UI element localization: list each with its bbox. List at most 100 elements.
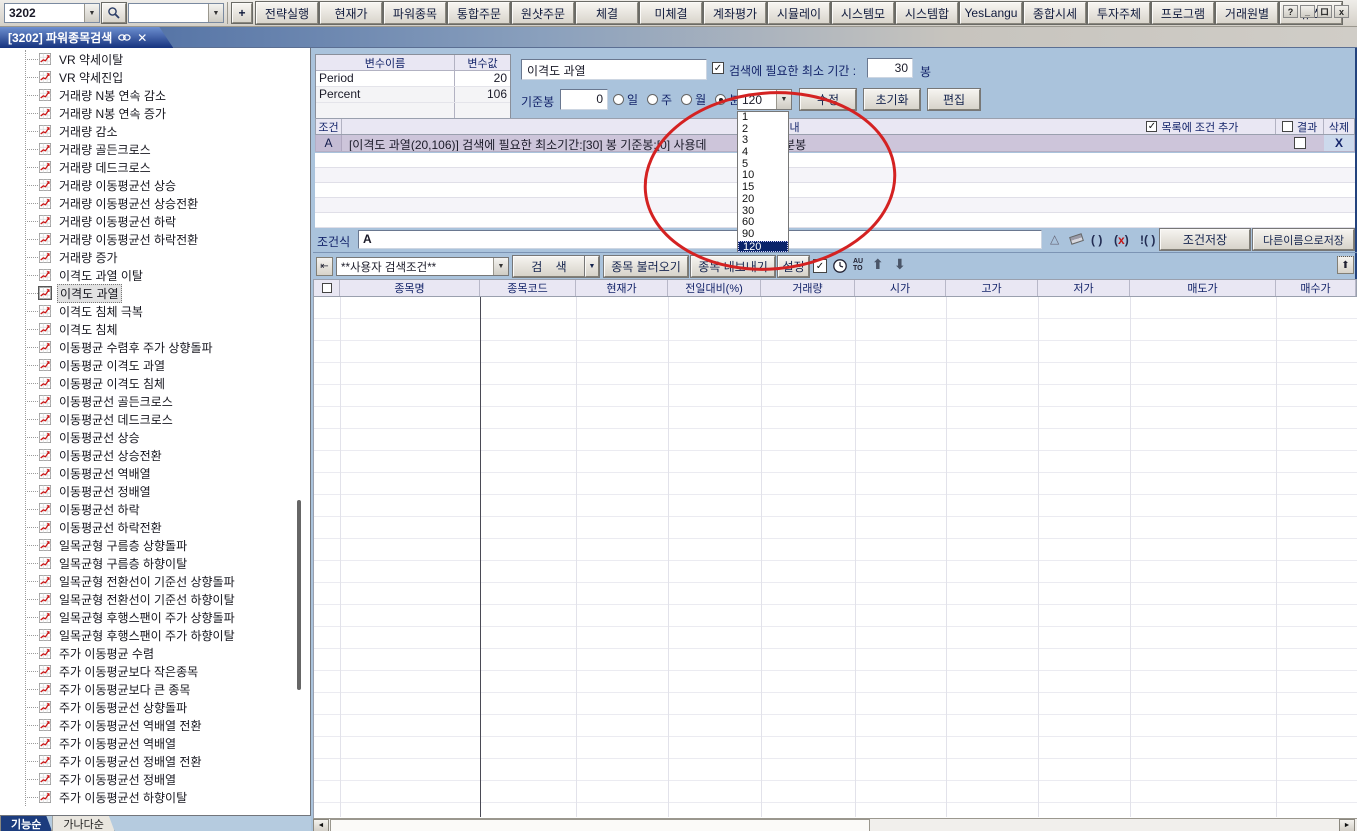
tree-item[interactable]: 주가 이동평균 수렴: [0, 644, 310, 662]
tree-item[interactable]: 이동평균선 데드크로스: [0, 410, 310, 428]
tree-item[interactable]: 주가 이동평균선 역배열 전환: [0, 716, 310, 734]
result-column-header[interactable]: 저가: [1038, 280, 1130, 296]
save-as-button[interactable]: 다른이름으로저장: [1253, 229, 1354, 250]
result-column-header[interactable]: 거래량: [761, 280, 855, 296]
quick-menu-button[interactable]: 미체결: [640, 2, 702, 24]
stock-code-combo[interactable]: ▼: [128, 3, 224, 23]
result-column-header[interactable]: 시가: [855, 280, 946, 296]
tree-item[interactable]: 일목균형 전환선이 기준선 하향이탈: [0, 590, 310, 608]
clock-icon[interactable]: [832, 258, 848, 274]
result-column-header[interactable]: 고가: [946, 280, 1038, 296]
tree-item[interactable]: 주가 이동평균선 하향이탈: [0, 788, 310, 806]
minute-dropdown-option[interactable]: 20: [738, 194, 788, 206]
tree-item[interactable]: 거래량 증가: [0, 248, 310, 266]
active-document-tab[interactable]: [3202] 파워종목검색 ✕: [0, 27, 173, 48]
tree-item[interactable]: 일목균형 후행스팬이 주가 상향돌파: [0, 608, 310, 626]
search-condition-combo[interactable]: **사용자 검색조건** ▼: [336, 257, 509, 276]
tree-item[interactable]: 거래량 N봉 연속 감소: [0, 86, 310, 104]
minute-dropdown-option[interactable]: 120: [738, 241, 788, 253]
save-condition-button[interactable]: 조건저장: [1160, 229, 1250, 250]
tree-item[interactable]: 주가 이동평균선 역배열: [0, 734, 310, 752]
tree-item[interactable]: 거래량 감소: [0, 122, 310, 140]
quick-menu-button[interactable]: 현재가: [320, 2, 382, 24]
result-checkbox-cell[interactable]: [1276, 135, 1324, 151]
tree-item[interactable]: 이격도 과열 이탈: [0, 266, 310, 284]
modify-button[interactable]: 수정: [800, 89, 856, 110]
tree-item[interactable]: 이동평균선 골든크로스: [0, 392, 310, 410]
sidebar-scrollbar-thumb[interactable]: [297, 500, 301, 690]
paren-x-op-icon[interactable]: (x): [1114, 233, 1129, 247]
chevron-down-icon[interactable]: ▼: [208, 4, 223, 22]
col-result[interactable]: 결과: [1276, 119, 1324, 134]
tree-item[interactable]: 거래량 이동평균선 하락전환: [0, 230, 310, 248]
tree-item[interactable]: 거래량 이동평균선 상승전환: [0, 194, 310, 212]
checkbox-icon[interactable]: [1294, 137, 1306, 149]
tree-item[interactable]: 이동평균 이격도 과열: [0, 356, 310, 374]
tree-item[interactable]: 이동평균선 상승: [0, 428, 310, 446]
quick-menu-button[interactable]: 원샷주문: [512, 2, 574, 24]
paren-op-icon[interactable]: ( ): [1091, 233, 1102, 247]
eraser-icon[interactable]: [1069, 233, 1084, 245]
load-symbols-button[interactable]: 종목 불러오기: [604, 256, 688, 277]
auto-sort-icon[interactable]: AU TO: [853, 258, 863, 272]
quick-menu-button[interactable]: 통합주문: [448, 2, 510, 24]
quick-menu-button[interactable]: 거래원별: [1216, 2, 1278, 24]
result-column-header[interactable]: 종목코드: [480, 280, 576, 296]
tree-item[interactable]: 이동평균선 정배열: [0, 482, 310, 500]
tree-item[interactable]: 이동평균선 상승전환: [0, 446, 310, 464]
quick-menu-button[interactable]: YesLangu: [960, 2, 1022, 24]
result-column-header[interactable]: 매도가: [1130, 280, 1276, 296]
sidebar-sort-tab[interactable]: 가나다순: [52, 816, 114, 831]
tree-item[interactable]: 일목균형 후행스팬이 주가 하향이탈: [0, 626, 310, 644]
tree-item[interactable]: 거래량 골든크로스: [0, 140, 310, 158]
expression-input[interactable]: A: [358, 230, 1042, 249]
scroll-right-icon[interactable]: ►: [1339, 819, 1355, 831]
min-period-input[interactable]: 30: [867, 58, 913, 78]
not-paren-op-icon[interactable]: !( ): [1140, 233, 1155, 247]
tree-item[interactable]: 이격도 침체 극복: [0, 302, 310, 320]
pop-out-icon[interactable]: ⬆: [1337, 256, 1354, 274]
search-run-button[interactable]: 검 색: [513, 256, 585, 277]
checkbox-icon[interactable]: ✓: [1146, 121, 1157, 132]
result-column-header[interactable]: 종목명: [340, 280, 480, 296]
tree-item[interactable]: 이동평균선 역배열: [0, 464, 310, 482]
tree-item[interactable]: 이동평균선 하락: [0, 500, 310, 518]
triangle-icon[interactable]: △: [1050, 232, 1059, 246]
tree-item[interactable]: 거래량 이동평균선 상승: [0, 176, 310, 194]
variable-row[interactable]: Percent 106: [316, 87, 510, 103]
tree-item[interactable]: 주가 이동평균보다 작은종목: [0, 662, 310, 680]
tree-item[interactable]: 이격도 침체: [0, 320, 310, 338]
min-period-checkbox[interactable]: ✓: [712, 62, 724, 74]
scrollbar-thumb[interactable]: [330, 819, 870, 831]
sort-up-icon[interactable]: ⬆: [872, 256, 884, 273]
chevron-down-icon[interactable]: ▼: [493, 258, 508, 275]
col-add-to-list[interactable]: ✓ 목록에 조건 추가: [1110, 119, 1277, 134]
quick-menu-button[interactable]: 종합시세: [1024, 2, 1086, 24]
collapse-left-icon[interactable]: ⇤: [316, 257, 333, 276]
tree-item[interactable]: VR 약세이탈: [0, 50, 310, 68]
window-control-button[interactable]: x: [1334, 5, 1349, 18]
tree-item[interactable]: 이동평균선 하락전환: [0, 518, 310, 536]
quick-menu-button[interactable]: 프로그램: [1152, 2, 1214, 24]
tree-item[interactable]: VR 약세진입: [0, 68, 310, 86]
add-screen-button[interactable]: +: [232, 3, 252, 23]
base-bar-input[interactable]: 0: [560, 89, 608, 110]
export-symbols-button[interactable]: 종목 내보내기: [691, 256, 775, 277]
period-radio-option[interactable]: 주: [647, 91, 672, 108]
condition-name-input[interactable]: 이격도 과열: [521, 59, 707, 80]
tree-item[interactable]: 일목균형 구름층 하향이탈: [0, 554, 310, 572]
quick-menu-button[interactable]: 시뮬레이: [768, 2, 830, 24]
result-column-header[interactable]: 전일대비(%): [668, 280, 761, 296]
tree-item[interactable]: 주가 이동평균선 정배열 전환: [0, 752, 310, 770]
variable-row[interactable]: Period 20: [316, 71, 510, 87]
minute-dropdown-option[interactable]: 1: [738, 112, 788, 124]
chevron-down-icon[interactable]: ▼: [776, 90, 791, 109]
horizontal-scrollbar[interactable]: ◄ ►: [313, 818, 1357, 831]
tree-item[interactable]: 거래량 N봉 연속 증가: [0, 104, 310, 122]
period-radio-option[interactable]: 월: [681, 91, 706, 108]
sidebar-sort-tab[interactable]: 기능순: [0, 816, 52, 831]
search-options-dropdown[interactable]: ▼: [585, 256, 599, 277]
quick-menu-button[interactable]: 체결: [576, 2, 638, 24]
minute-combobox[interactable]: 120 ▼: [737, 89, 792, 110]
screen-code-combo[interactable]: 3202 ▼: [4, 3, 100, 23]
